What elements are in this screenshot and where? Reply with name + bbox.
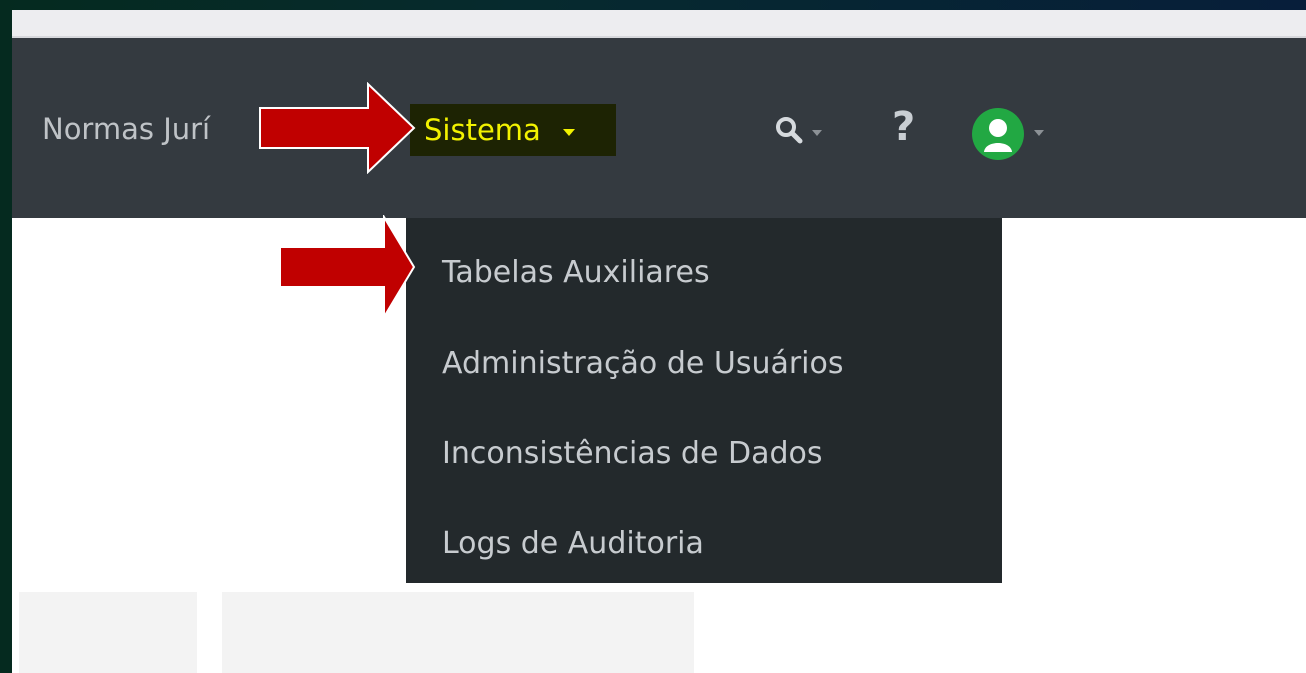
nav-menu-sistema[interactable]: Sistema — [410, 104, 616, 156]
navbar: Normas Jurí Sistema ? — [12, 38, 1306, 218]
menu-item-administracao-usuarios[interactable]: Administração de Usuários — [442, 346, 844, 381]
help-icon[interactable]: ? — [892, 104, 915, 150]
sistema-dropdown-menu: Tabelas Auxiliares Administração de Usuá… — [406, 218, 1002, 583]
content-panel-middle — [222, 592, 694, 673]
user-chevron-down-icon[interactable] — [1034, 130, 1044, 136]
nav-menu-sistema-label: Sistema — [424, 113, 541, 147]
browser-viewport: Normas Jurí Sistema ? Tabelas Auxiliares… — [12, 10, 1306, 673]
chevron-down-icon — [562, 128, 575, 136]
menu-item-tabelas-auxiliares[interactable]: Tabelas Auxiliares — [442, 255, 710, 290]
menu-item-logs-auditoria[interactable]: Logs de Auditoria — [442, 526, 704, 561]
content-panel-left — [19, 592, 197, 673]
menu-item-inconsistencias-dados[interactable]: Inconsistências de Dados — [442, 436, 822, 471]
nav-link-normas[interactable]: Normas Jurí — [42, 112, 210, 146]
search-chevron-down-icon[interactable] — [812, 130, 822, 136]
user-avatar-icon[interactable] — [972, 108, 1024, 160]
search-icon[interactable] — [775, 116, 805, 150]
annotation-arrow-icon — [259, 82, 416, 174]
top-strip — [12, 10, 1306, 38]
annotation-arrow-icon — [279, 215, 416, 319]
